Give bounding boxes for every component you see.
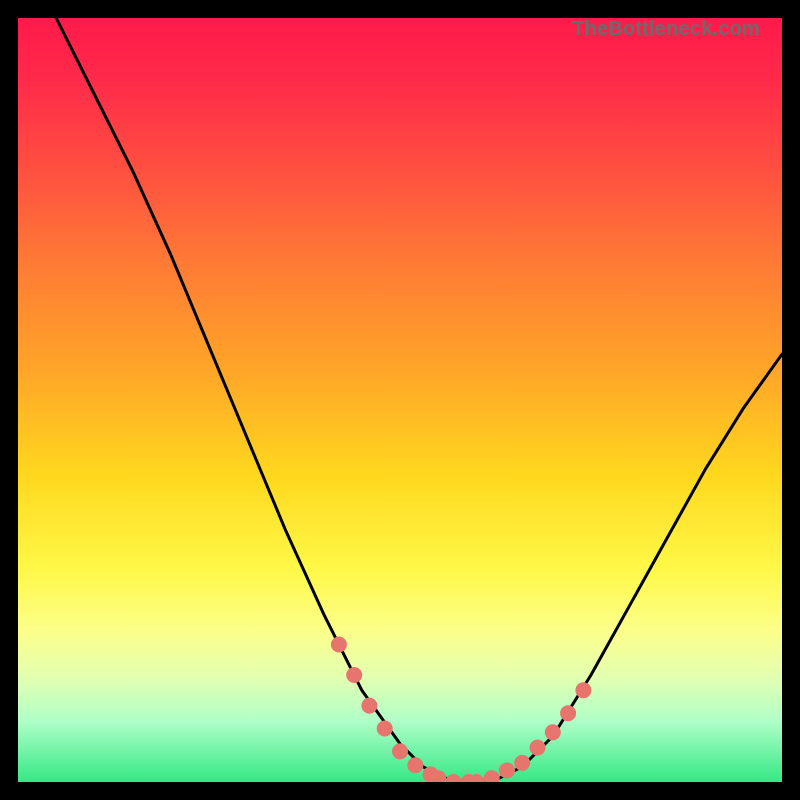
marker-point [407,757,423,773]
chart-svg [18,18,782,782]
marker-point [545,724,561,740]
bottleneck-curve [56,18,782,782]
marker-point [575,682,591,698]
highlight-markers [331,637,592,783]
marker-point [530,740,546,756]
chart-frame: TheBottleneck.com [0,0,800,800]
marker-point [446,774,462,782]
plot-area: TheBottleneck.com [18,18,782,782]
curve-path [56,18,782,782]
marker-point [361,698,377,714]
attribution-text: TheBottleneck.com [572,18,760,41]
marker-point [331,637,347,653]
marker-point [560,705,576,721]
marker-point [484,770,500,782]
marker-point [346,667,362,683]
marker-point [499,763,515,779]
marker-point [392,743,408,759]
marker-point [377,721,393,737]
marker-point [514,755,530,771]
